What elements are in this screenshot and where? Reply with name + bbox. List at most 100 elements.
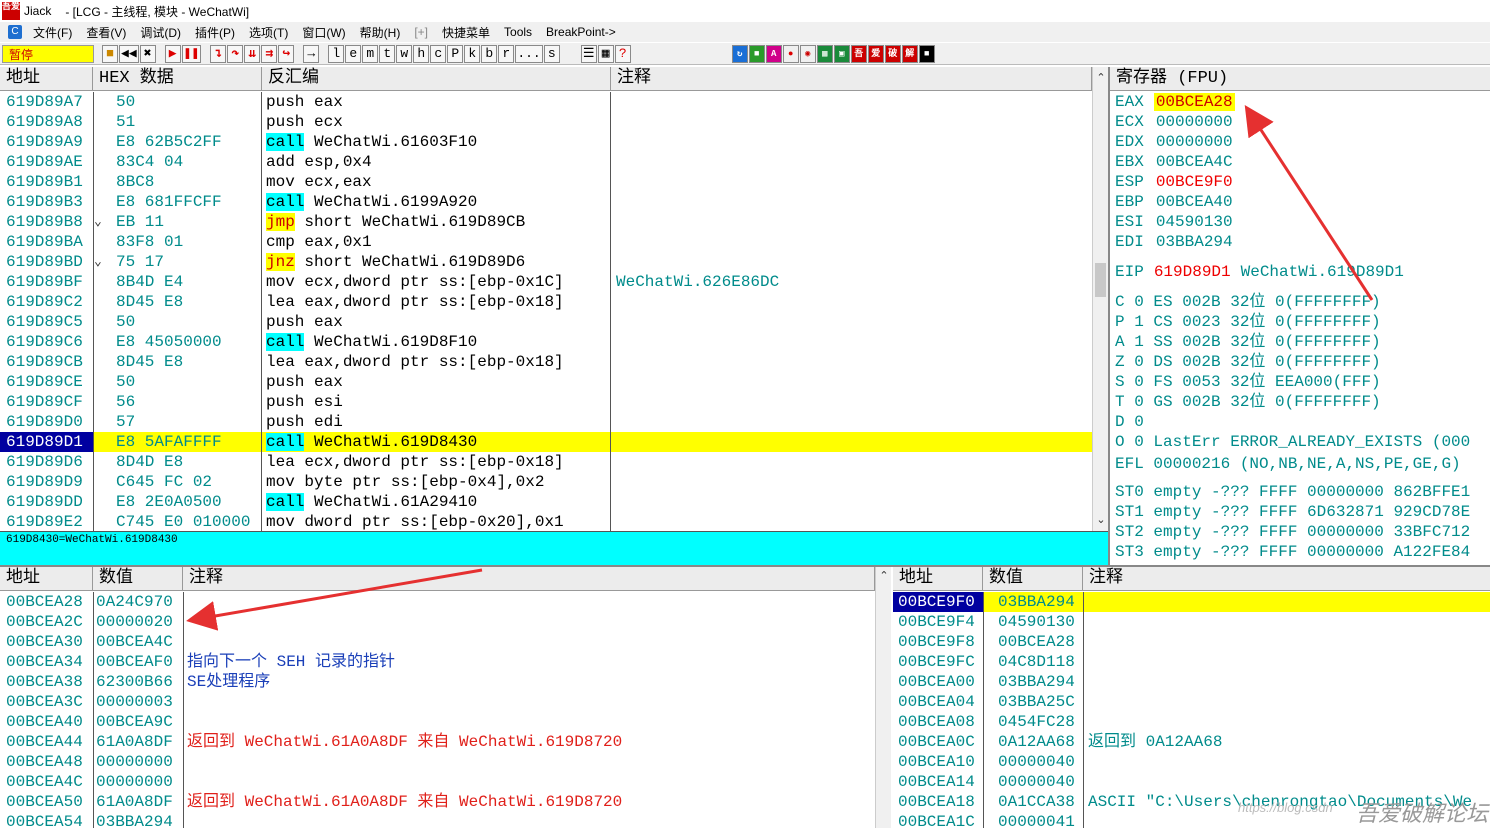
menu-file[interactable]: 文件(F) — [26, 24, 79, 41]
menu-window[interactable]: 窗口(W) — [295, 24, 352, 41]
disasm-row[interactable]: 619D89D1 E8 5AFAFFFF call WeChatWi.619D843… — [0, 432, 1092, 452]
display-icon[interactable]: ▣ — [833, 44, 850, 63]
header-hex[interactable]: HEX 数据 — [93, 67, 262, 91]
dump-row[interactable]: 00BCEA50 61A0A8DF 返回到 WeChatWi.61A0A8DF 来自… — [0, 792, 875, 812]
disasm-scrollbar[interactable]: ⌃ ⌄ — [1092, 67, 1108, 531]
dump-row[interactable]: 00BCEA30 00BCEA4C — [0, 632, 875, 652]
fpu-row[interactable]: ST3 empty -??? FFFF 00000000 A122FE84 — [1110, 542, 1490, 562]
dump-row[interactable]: 00BCEA28 0A24C970 — [0, 592, 875, 612]
app-menu-icon[interactable]: C — [8, 25, 22, 39]
register-ebp[interactable]: EBP 00BCEA40 — [1110, 192, 1490, 212]
run-icon[interactable]: ▶ — [164, 44, 181, 63]
register-value[interactable]: 03BBA294 — [1154, 233, 1235, 251]
disasm-row[interactable]: 619D89B3 E8 681FFCFF call WeChatWi.6199A92… — [0, 192, 1092, 212]
disasm-row[interactable]: 619D89D9 C645 FC 02 mov byte ptr ss:[ebp-0… — [0, 472, 1092, 492]
register-value[interactable]: 00000000 — [1154, 133, 1235, 151]
register-ecx[interactable]: ECX 00000000 — [1110, 112, 1490, 132]
disasm-row[interactable]: 619D89D6 8D4D E8 lea ecx,dword ptr ss:[ebp… — [0, 452, 1092, 472]
fpu-row[interactable]: ST0 empty -??? FFFF 00000000 862BFFE1 — [1110, 482, 1490, 502]
menu-view[interactable]: 查看(V) — [79, 24, 133, 41]
dump-row[interactable]: 00BCEA34 00BCEAF0 指向下一个 SEH 记录的指针 — [0, 652, 875, 672]
dump-row[interactable]: 00BCEA44 61A0A8DF 返回到 WeChatWi.61A0A8DF 来自… — [0, 732, 875, 752]
disasm-row[interactable]: 619D89B8 ⌄ EB 11 jmp short WeChatWi.619D89C… — [0, 212, 1092, 232]
menu-plugins[interactable]: 插件(P) — [188, 24, 242, 41]
toolbar-m[interactable]: m — [362, 44, 379, 63]
disasm-row[interactable]: 619D89A7 50 push eax — [0, 92, 1092, 112]
dump-header-address[interactable]: 地址 — [0, 567, 93, 591]
execute-till-return-icon[interactable]: ↪ — [278, 44, 295, 63]
step-over-icon[interactable]: ↷ — [227, 44, 244, 63]
plugin-a-icon[interactable]: A — [765, 44, 782, 63]
menu-breakpoint[interactable]: BreakPoint-> — [539, 25, 623, 39]
step-into-icon[interactable]: ↴ — [210, 44, 227, 63]
pause-icon[interactable]: ❚❚ — [181, 44, 202, 63]
header-disasm[interactable]: 反汇编 — [262, 67, 611, 91]
disasm-row[interactable]: 619D89C6 E8 45050000 call WeChatWi.619D8F1… — [0, 332, 1092, 352]
dump-row[interactable]: 00BCEA4C 00000000 — [0, 772, 875, 792]
disasm-row[interactable]: 619D89B1 8BC8 mov ecx,eax — [0, 172, 1092, 192]
refresh-icon[interactable]: ↻ — [731, 44, 748, 63]
rewind-icon[interactable]: ◀◀ — [119, 44, 139, 63]
header-address[interactable]: 地址 — [0, 67, 93, 91]
register-value[interactable]: 00BCEA4C — [1154, 153, 1235, 171]
disasm-row[interactable]: 619D89BD ⌄ 75 17 jnz short WeChatWi.619D89D… — [0, 252, 1092, 272]
dump-row[interactable]: 00BCEA40 00BCEA9C — [0, 712, 875, 732]
target-icon[interactable]: ◉ — [799, 44, 816, 63]
disasm-row[interactable]: 619D89C2 8D45 E8 lea eax,dword ptr ss:[ebp… — [0, 292, 1092, 312]
menu-debug[interactable]: 调试(D) — [133, 24, 188, 41]
dump-pane[interactable]: 00BCEA28 0A24C970 00BCEA2C 00000020 00BCEA30… — [0, 592, 875, 828]
flag-row[interactable]: S 0 FS 0053 32位 EEA000(FFF) — [1110, 372, 1490, 392]
goto-icon[interactable]: → — [303, 44, 320, 63]
dump-row[interactable]: 00BCEA38 62300B66 SE处理程序 — [0, 672, 875, 692]
record-icon[interactable]: ● — [782, 44, 799, 63]
register-esp[interactable]: ESP 00BCE9F0 — [1110, 172, 1490, 192]
stack-header-value[interactable]: 数值 — [983, 567, 1083, 591]
disasm-row[interactable]: 619D89AE 83C4 04 add esp,0x4 — [0, 152, 1092, 172]
register-value[interactable]: 00BCE9F0 — [1154, 173, 1235, 191]
disasm-row[interactable]: 619D89E2 C745 E0 010000 mov dword ptr ss:[… — [0, 512, 1092, 531]
dump-row[interactable]: 00BCEA48 00000000 — [0, 752, 875, 772]
register-edi[interactable]: EDI 03BBA294 — [1110, 232, 1490, 252]
stack-header-comment[interactable]: 注释 — [1083, 567, 1490, 591]
menu-expand[interactable]: [+] — [407, 25, 435, 39]
fpu-row[interactable]: ST1 empty -??? FFFF 6D632871 929CD78E — [1110, 502, 1490, 522]
flag-row[interactable]: A 1 SS 002B 32位 0(FFFFFFFF) — [1110, 332, 1490, 352]
disasm-row[interactable]: 619D89C5 50 push eax — [0, 312, 1092, 332]
flag-row[interactable]: D 0 — [1110, 412, 1490, 432]
disasm-row[interactable]: 619D89A8 51 push ecx — [0, 112, 1092, 132]
menu-shortcut[interactable]: 快捷菜单 — [435, 24, 497, 41]
plugin-black-icon[interactable]: ■ — [918, 44, 935, 63]
register-value[interactable]: 00BCEA28 — [1153, 93, 1235, 111]
register-ebx[interactable]: EBX 00BCEA4C — [1110, 152, 1490, 172]
open-icon[interactable]: ■ — [102, 44, 118, 63]
toolbar-s[interactable]: s — [543, 44, 560, 63]
plugin-ai-icon[interactable]: 爱 — [867, 44, 884, 63]
toolbar-h[interactable]: h — [413, 44, 430, 63]
toolbar-e[interactable]: e — [345, 44, 362, 63]
plugin-green-icon[interactable]: ■ — [748, 44, 765, 63]
scroll-up-icon[interactable]: ⌃ — [1093, 71, 1109, 84]
dump-scroll-up-icon[interactable]: ⌃ — [876, 569, 892, 582]
flag-row[interactable]: T 0 GS 002B 32位 0(FFFFFFFF) — [1110, 392, 1490, 412]
toolbar-k[interactable]: k — [464, 44, 481, 63]
list-icon[interactable]: ☰ — [580, 44, 597, 63]
register-edx[interactable]: EDX 00000000 — [1110, 132, 1490, 152]
flag-row[interactable]: O 0 LastErr ERROR_ALREADY_EXISTS (000 — [1110, 432, 1490, 452]
register-value[interactable]: 00000000 — [1154, 113, 1235, 131]
plugin-jie-icon[interactable]: 解 — [901, 44, 918, 63]
fpu-row[interactable]: ST2 empty -??? FFFF 00000000 33BFC712 — [1110, 522, 1490, 542]
disasm-row[interactable]: 619D89CF 56 push esi — [0, 392, 1092, 412]
help-icon[interactable]: ? — [614, 44, 631, 63]
dump-row[interactable]: 00BCEA54 03BBA294 — [0, 812, 875, 828]
menu-help[interactable]: 帮助(H) — [353, 24, 408, 41]
disasm-row[interactable]: 619D89CE 50 push eax — [0, 372, 1092, 392]
scroll-down-icon[interactable]: ⌄ — [1093, 513, 1109, 526]
register-value[interactable]: 00BCEA40 — [1154, 193, 1235, 211]
toolbar-l[interactable]: l — [328, 44, 345, 63]
plugin-wu-icon[interactable]: 吾 — [850, 44, 867, 63]
trace-into-icon[interactable]: ⇊ — [244, 44, 261, 63]
register-value[interactable]: 619D89D1 — [1154, 263, 1231, 281]
dump-scrollbar[interactable]: ⌃ — [875, 567, 891, 828]
trace-over-icon[interactable]: ⇉ — [261, 44, 278, 63]
flag-row[interactable]: Z 0 DS 002B 32位 0(FFFFFFFF) — [1110, 352, 1490, 372]
